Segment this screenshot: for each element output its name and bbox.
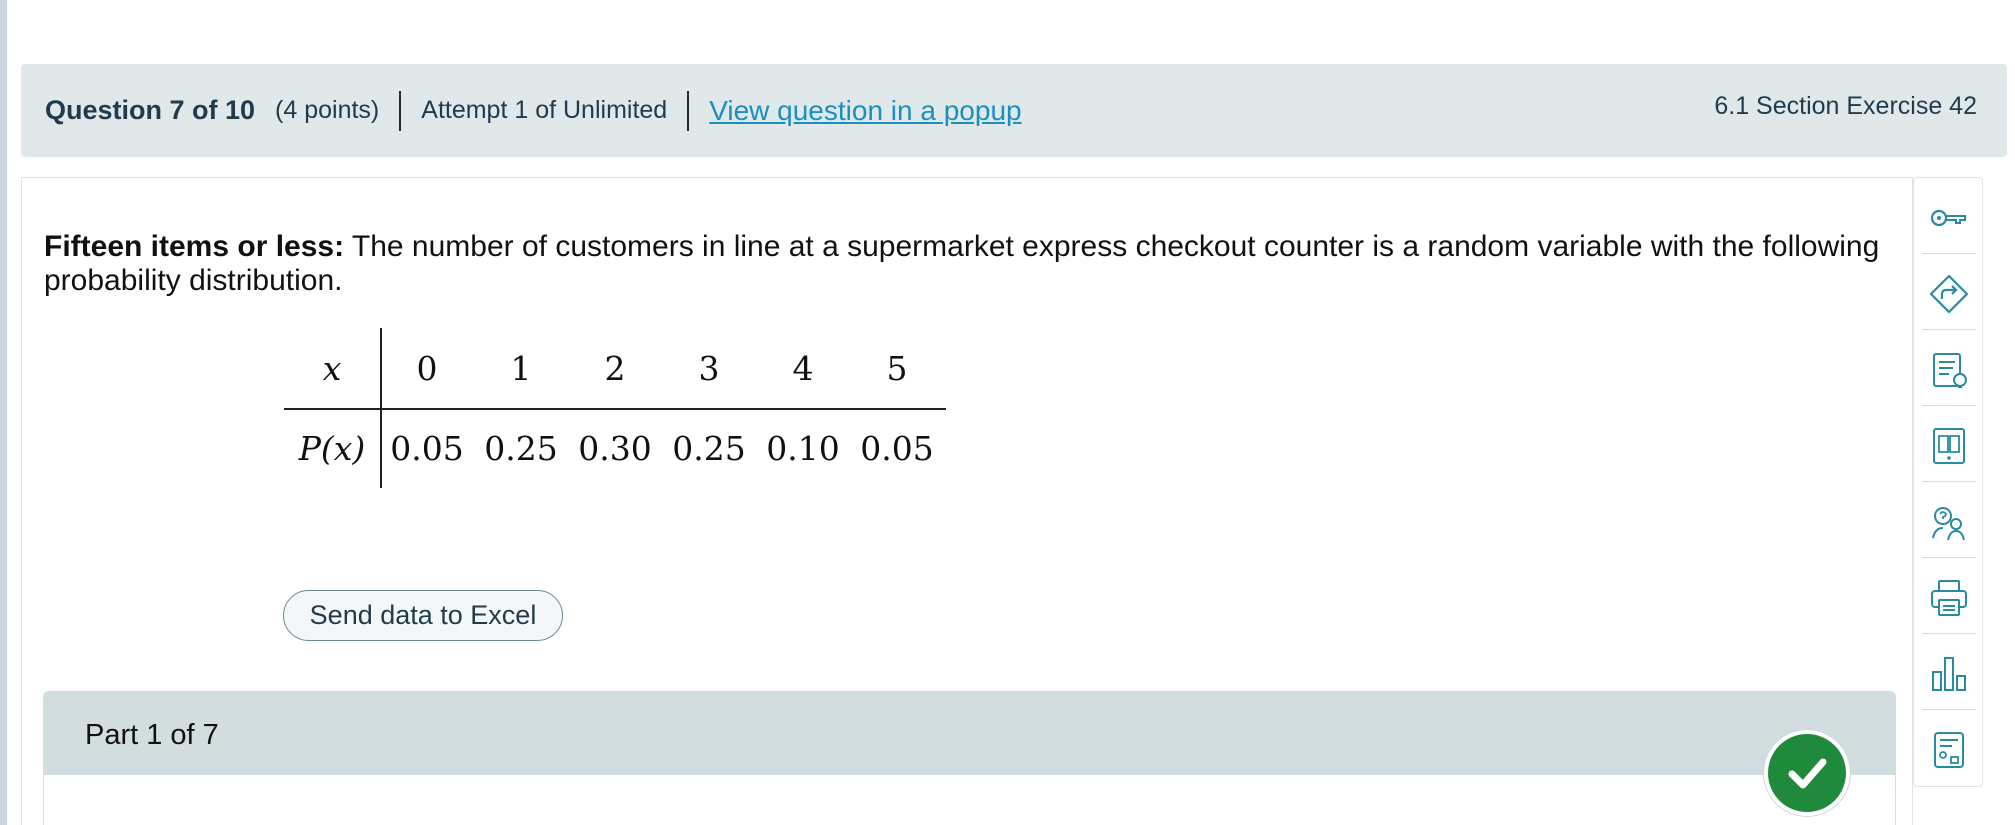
x-value: 1 [510,348,532,388]
p-value: 0.05 [390,428,464,468]
header-divider [687,90,690,131]
p-value: 0.25 [484,428,558,468]
x-row: x 0 1 2 3 4 5 [284,328,944,408]
x-value: 5 [886,348,908,388]
p-value: 0.25 [672,428,746,468]
navigate-icon[interactable] [1922,258,1976,330]
px-header: P(x) [298,428,366,468]
x-header: x [322,348,342,388]
px-row: P(x) 0.05 0.25 0.30 0.25 0.10 0.05 [284,408,944,488]
question-header: Question 7 of 10 (4 points) Attempt 1 of… [21,64,2007,157]
x-value: 3 [698,348,720,388]
send-to-excel-button[interactable]: Send data to Excel [283,590,563,641]
question-number: Question 7 of 10 [45,95,256,125]
part-body [43,775,1896,825]
part-label: Part 1 of 7 [85,719,219,751]
p-value: 0.30 [578,428,652,468]
question-content: Fifteen items or less: The number of cus… [21,177,1913,825]
left-edge-bar [0,0,7,825]
tools-sidebar [1913,177,1983,787]
header-divider [399,90,402,131]
ask-instructor-icon[interactable] [1922,486,1976,558]
key-icon[interactable] [1922,182,1976,254]
p-value: 0.10 [766,428,840,468]
probability-distribution-table: x 0 1 2 3 4 5 P(x) 0.05 0.25 0.30 0.25 0… [284,328,946,488]
chart-icon[interactable] [1922,638,1976,710]
p-value: 0.05 [860,428,934,468]
question-prompt: Fifteen items or less: The number of cus… [44,230,1904,298]
check-answer-icon[interactable] [1764,730,1850,816]
view-popup-link[interactable]: View question in a popup [709,95,1021,127]
x-value: 4 [792,348,814,388]
table-horizontal-rule [284,408,946,410]
ebook-icon[interactable] [1922,410,1976,482]
page: Question 7 of 10 (4 points) Attempt 1 of… [0,0,2015,825]
hint-icon[interactable] [1922,334,1976,406]
part-panel: Part 1 of 7 [43,691,1896,825]
section-exercise-label: 6.1 Section Exercise 42 [1714,92,1977,120]
attempt-count: Attempt 1 of Unlimited [421,96,668,124]
calculator-icon[interactable] [1922,714,1976,786]
prompt-title: Fifteen items or less: [44,230,345,263]
question-points: (4 points) [275,96,380,124]
print-icon[interactable] [1922,562,1976,634]
x-value: 2 [604,348,626,388]
x-value: 0 [416,348,438,388]
